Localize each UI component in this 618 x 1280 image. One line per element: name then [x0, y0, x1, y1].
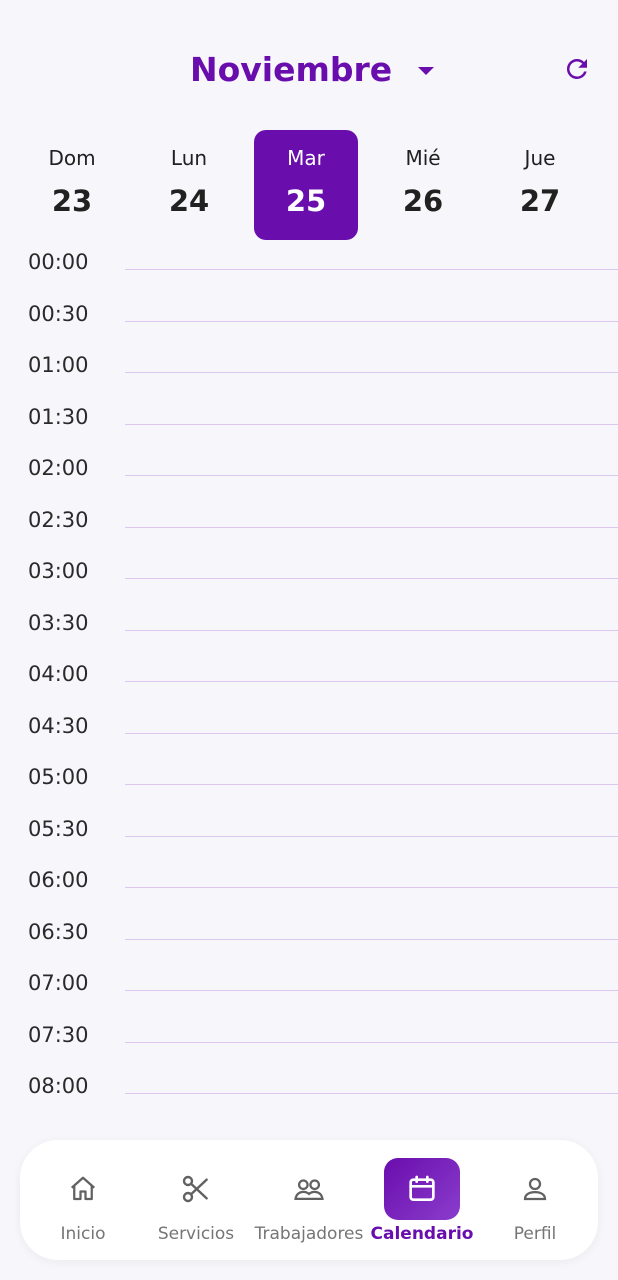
time-label: 00:00: [28, 250, 89, 274]
time-slot-row[interactable]: 07:00: [0, 961, 618, 1013]
time-label: 02:30: [28, 507, 89, 532]
time-label: 06:30: [28, 919, 89, 944]
chevron-down-icon: [418, 67, 435, 75]
time-divider: [125, 887, 618, 888]
day-number: 25: [285, 184, 327, 218]
time-slot-row[interactable]: 06:30: [0, 910, 618, 962]
time-divider: [125, 681, 618, 682]
time-slot-row[interactable]: 05:30: [0, 807, 618, 859]
time-slot-row[interactable]: 08:00: [0, 1064, 618, 1116]
day-cell-thursday[interactable]: Jue 27: [488, 130, 592, 240]
time-label: 08:00: [28, 1074, 89, 1098]
nav-item-trabajadores[interactable]: Trabajadores: [253, 1158, 365, 1248]
time-divider: [125, 938, 618, 940]
time-slot-row[interactable]: 06:00: [0, 858, 618, 910]
time-slot-row[interactable]: 01:30: [0, 395, 618, 447]
time-divider: [125, 629, 618, 631]
time-label: 07:30: [28, 1022, 89, 1047]
nav-item-perfil[interactable]: Perfil: [479, 1158, 591, 1248]
day-cell-wednesday[interactable]: Mié 26: [371, 130, 475, 240]
user-icon: [497, 1158, 573, 1220]
time-divider: [125, 578, 618, 579]
time-divider: [125, 423, 618, 425]
time-label: 04:30: [28, 713, 89, 738]
month-label: Noviembre: [190, 49, 393, 89]
time-label: 04:00: [28, 662, 89, 686]
time-label: 03:00: [28, 559, 89, 583]
timeline[interactable]: 00:00 00:30 01:00 01:30 02:00 02:30 03:0…: [0, 240, 618, 1120]
calendar-icon: [384, 1158, 460, 1220]
refresh-button[interactable]: [558, 50, 596, 88]
day-cell-tuesday[interactable]: Mar 25: [254, 130, 358, 240]
time-label: 01:00: [28, 353, 89, 377]
calendar-header: Noviembre: [0, 0, 618, 128]
time-label: 07:00: [28, 971, 89, 995]
month-dropdown[interactable]: Noviembre: [190, 44, 435, 94]
time-divider: [125, 372, 618, 373]
time-slot-row[interactable]: 02:30: [0, 498, 618, 550]
time-divider: [125, 784, 618, 785]
nav-label: Perfil: [513, 1224, 557, 1244]
week-days-row: Dom 23 Lun 24 Mar 25 Mié 26 Jue 27: [14, 130, 618, 240]
time-divider: [125, 1041, 618, 1043]
time-slot-row[interactable]: 03:00: [0, 549, 618, 601]
day-number: 23: [51, 184, 93, 218]
time-slot-row[interactable]: 02:00: [0, 446, 618, 498]
time-slot-row[interactable]: 07:30: [0, 1013, 618, 1065]
day-number: 26: [402, 184, 444, 218]
time-slot-row[interactable]: 05:00: [0, 755, 618, 807]
time-divider: [125, 526, 618, 528]
day-of-week: Mar: [287, 146, 325, 170]
day-number: 24: [168, 184, 210, 218]
day-number: 27: [519, 184, 561, 218]
time-label: 01:30: [28, 404, 89, 429]
time-slot-row[interactable]: 00:30: [0, 292, 618, 344]
time-slot-row[interactable]: 04:30: [0, 704, 618, 756]
day-of-week: Jue: [524, 146, 556, 170]
time-divider: [125, 320, 618, 322]
time-slot-row[interactable]: 04:00: [0, 652, 618, 704]
time-label: 06:00: [28, 868, 89, 892]
nav-item-servicios[interactable]: Servicios: [140, 1158, 252, 1248]
day-of-week: Dom: [48, 146, 96, 170]
time-label: 05:00: [28, 765, 89, 789]
day-cell-monday[interactable]: Lun 24: [137, 130, 241, 240]
time-slot-row[interactable]: 03:30: [0, 601, 618, 653]
time-divider: [125, 269, 618, 270]
nav-item-calendario[interactable]: Calendario: [366, 1158, 478, 1248]
day-of-week: Mié: [405, 146, 441, 170]
time-label: 03:30: [28, 610, 89, 635]
home-icon: [45, 1158, 121, 1220]
time-label: 02:00: [28, 456, 89, 480]
day-of-week: Lun: [170, 146, 208, 170]
nav-item-inicio[interactable]: Inicio: [27, 1158, 139, 1248]
time-slot-row[interactable]: 01:00: [0, 343, 618, 395]
day-cell-sunday[interactable]: Dom 23: [20, 130, 124, 240]
users-icon: [271, 1158, 347, 1220]
time-label: 00:30: [28, 301, 89, 326]
time-divider: [125, 475, 618, 476]
time-divider: [125, 1093, 618, 1094]
time-label: 05:30: [28, 816, 89, 841]
time-divider: [125, 732, 618, 734]
time-divider: [125, 835, 618, 837]
time-divider: [125, 990, 618, 991]
scissors-icon: [158, 1158, 234, 1220]
time-slot-row[interactable]: 00:00: [0, 240, 618, 292]
bottom-navigation: Inicio Servicios Trabajadores Calendario…: [20, 1140, 598, 1260]
refresh-icon: [566, 58, 587, 79]
